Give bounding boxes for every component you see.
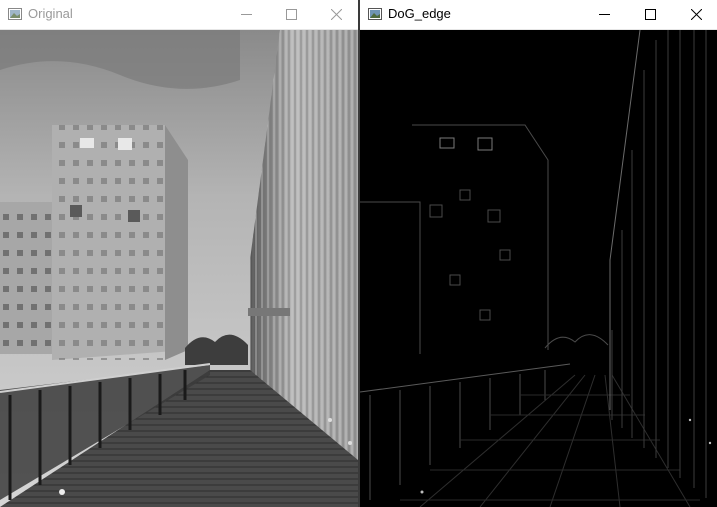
image-icon: [368, 8, 382, 20]
close-button[interactable]: [676, 0, 716, 29]
maximize-button[interactable]: [630, 0, 670, 29]
dog-edge-image: [360, 30, 717, 507]
original-image: [0, 30, 358, 507]
close-button[interactable]: [316, 0, 356, 29]
minimize-icon: [240, 14, 252, 15]
maximize-icon: [644, 9, 656, 20]
dog-edge-window[interactable]: DoG_edge: [360, 0, 717, 507]
original-titlebar[interactable]: Original: [0, 0, 358, 30]
close-icon: [690, 9, 702, 20]
maximize-icon: [285, 9, 297, 20]
minimize-icon: [598, 14, 610, 15]
minimize-button[interactable]: [584, 0, 624, 29]
maximize-button[interactable]: [271, 0, 311, 29]
dog-edge-titlebar[interactable]: DoG_edge: [360, 0, 717, 30]
original-image-view: [0, 30, 358, 507]
window-title: Original: [28, 6, 73, 21]
minimize-button[interactable]: [226, 0, 266, 29]
original-window[interactable]: Original: [0, 0, 358, 507]
image-icon: [8, 8, 22, 20]
window-title: DoG_edge: [388, 6, 451, 21]
dog-edge-image-view: [360, 30, 717, 507]
close-icon: [330, 9, 342, 20]
